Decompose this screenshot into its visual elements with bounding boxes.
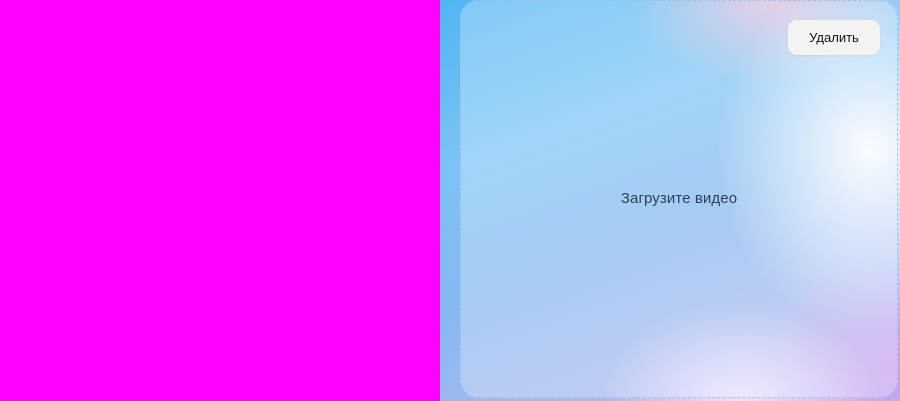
- video-upload-panel: Загрузите видео Удалить: [440, 0, 900, 401]
- video-dropzone[interactable]: Загрузите видео: [460, 0, 898, 398]
- page-root: Загрузите видео Удалить: [0, 0, 900, 401]
- delete-button[interactable]: Удалить: [788, 20, 880, 55]
- upload-video-label: Загрузите видео: [620, 189, 738, 207]
- placeholder-panel: [0, 0, 440, 401]
